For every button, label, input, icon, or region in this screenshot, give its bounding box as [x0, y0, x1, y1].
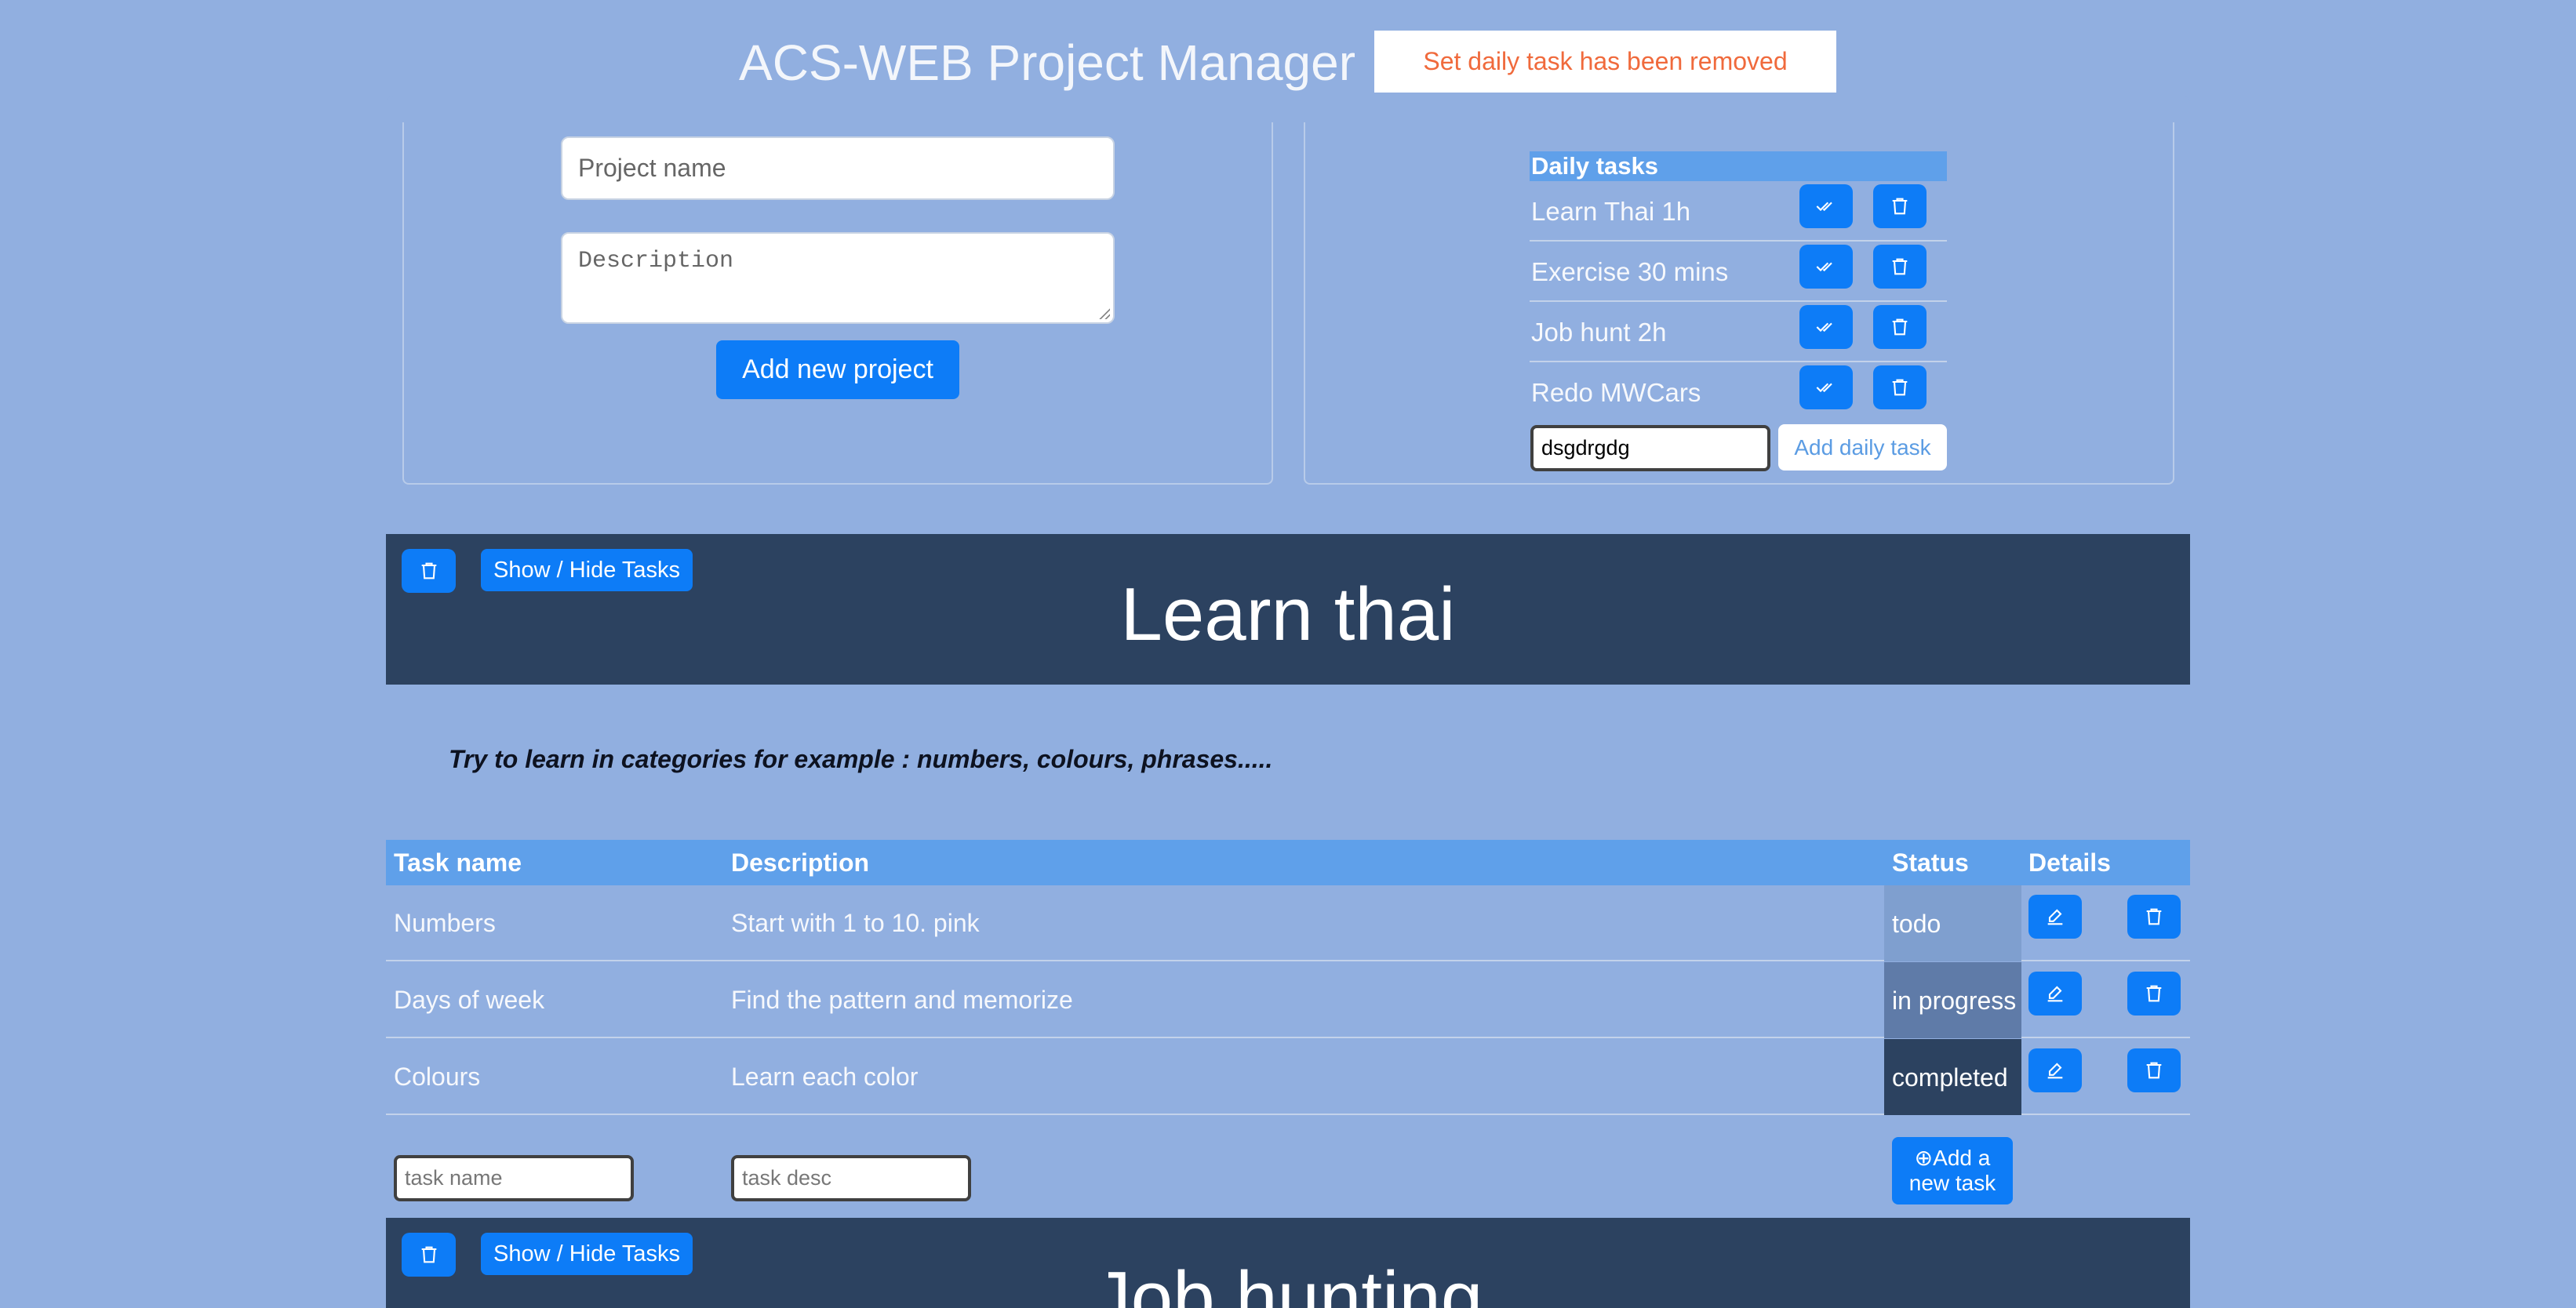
daily-task-label: Learn Thai 1h [1531, 197, 1691, 226]
delete-task-button[interactable] [2127, 895, 2181, 939]
notification-toast: Set daily task has been removed [1374, 31, 1836, 93]
daily-task-label: Job hunt 2h [1531, 318, 1667, 347]
delete-daily-button[interactable] [1873, 365, 1927, 409]
status-badge[interactable]: in progress [1884, 962, 2021, 1038]
project-title: Learn thai [1120, 572, 1456, 656]
complete-daily-button[interactable] [1799, 184, 1853, 228]
description-placeholder: Description [578, 248, 734, 274]
task-name: Numbers [394, 909, 496, 937]
trash-icon [2146, 908, 2162, 925]
task-description: Find the pattern and memorize [731, 986, 1073, 1014]
double-check-icon [1816, 383, 1832, 393]
pencil-icon [2047, 909, 2063, 925]
complete-daily-button[interactable] [1799, 245, 1853, 289]
add-task-button[interactable]: ⊕Add a new task [1892, 1137, 2013, 1204]
column-header: Task name [394, 848, 522, 877]
delete-task-button[interactable] [2127, 1048, 2181, 1092]
pencil-icon [2047, 986, 2063, 1002]
complete-daily-button[interactable] [1799, 305, 1853, 349]
double-check-icon [1816, 262, 1832, 272]
plus-circle-icon: ⊕ [1914, 1146, 1934, 1170]
app-title: ACS-WEB Project Manager [739, 35, 1356, 91]
task-description: Start with 1 to 10. pink [731, 909, 980, 937]
trash-icon [2146, 985, 2162, 1002]
new-task-row: task name task desc ⊕Add a new task [386, 1128, 2190, 1230]
delete-daily-button[interactable] [1873, 184, 1927, 228]
status-badge[interactable]: completed [1884, 1039, 2021, 1115]
resize-grip-icon[interactable] [1099, 308, 1110, 319]
trash-icon [1892, 258, 1908, 275]
delete-daily-button[interactable] [1873, 305, 1927, 349]
daily-task-row: Exercise 30 mins [1530, 242, 1947, 302]
project-header: Show / Hide Tasks Job hunting [386, 1218, 2190, 1308]
daily-tasks-heading: Daily tasks [1530, 151, 1947, 181]
add-task-label: new task [1908, 1171, 1996, 1195]
status-badge[interactable]: todo [1884, 885, 2021, 961]
table-row: Colours Learn each color completed [386, 1039, 2190, 1115]
edit-task-button[interactable] [2028, 895, 2082, 939]
add-task-line-1: ⊕Add a [1915, 1146, 1991, 1171]
project-description: Try to learn in categories for example :… [449, 745, 1273, 773]
add-task-label: Add a [1933, 1146, 1991, 1170]
double-check-icon [1816, 202, 1832, 212]
double-check-icon [1816, 322, 1832, 332]
task-name: Colours [394, 1063, 481, 1091]
column-header: Details [2028, 848, 2111, 877]
daily-task-label: Redo MWCars [1531, 378, 1701, 407]
delete-task-button[interactable] [2127, 972, 2181, 1016]
add-daily-task-button[interactable]: Add daily task [1778, 424, 1947, 471]
add-project-button[interactable]: Add new project [716, 340, 959, 399]
table-row: Days of week Find the pattern and memori… [386, 962, 2190, 1038]
column-header: Description [731, 848, 870, 877]
pencil-icon [2047, 1063, 2063, 1079]
table-row: Numbers Start with 1 to 10. pink todo [386, 885, 2190, 961]
daily-task-input[interactable]: dsgdrgdg [1530, 425, 1770, 471]
complete-daily-button[interactable] [1799, 365, 1853, 409]
trash-icon [1892, 318, 1908, 336]
daily-task-row: Learn Thai 1h [1530, 181, 1947, 242]
project-description-textarea[interactable]: Description [561, 232, 1115, 324]
task-description: Learn each color [731, 1063, 919, 1091]
edit-task-button[interactable] [2028, 972, 2082, 1016]
trash-icon [2146, 1062, 2162, 1079]
project-title: Job hunting [1093, 1256, 1483, 1308]
task-name: Days of week [394, 986, 545, 1014]
project-name-input[interactable]: Project name [561, 136, 1115, 200]
column-header: Status [1892, 848, 1969, 877]
edit-task-button[interactable] [2028, 1048, 2082, 1092]
trash-icon [1892, 198, 1908, 215]
table-header: Task name Description Status Details [386, 840, 2190, 885]
task-desc-input[interactable]: task desc [731, 1155, 971, 1201]
daily-task-label: Exercise 30 mins [1531, 257, 1729, 286]
trash-icon [1892, 379, 1908, 396]
daily-task-row: Job hunt 2h [1530, 302, 1947, 362]
delete-daily-button[interactable] [1873, 245, 1927, 289]
task-name-input[interactable]: task name [394, 1155, 634, 1201]
project-header: Show / Hide Tasks Learn thai [386, 534, 2190, 685]
daily-task-row: Redo MWCars [1530, 362, 1947, 423]
